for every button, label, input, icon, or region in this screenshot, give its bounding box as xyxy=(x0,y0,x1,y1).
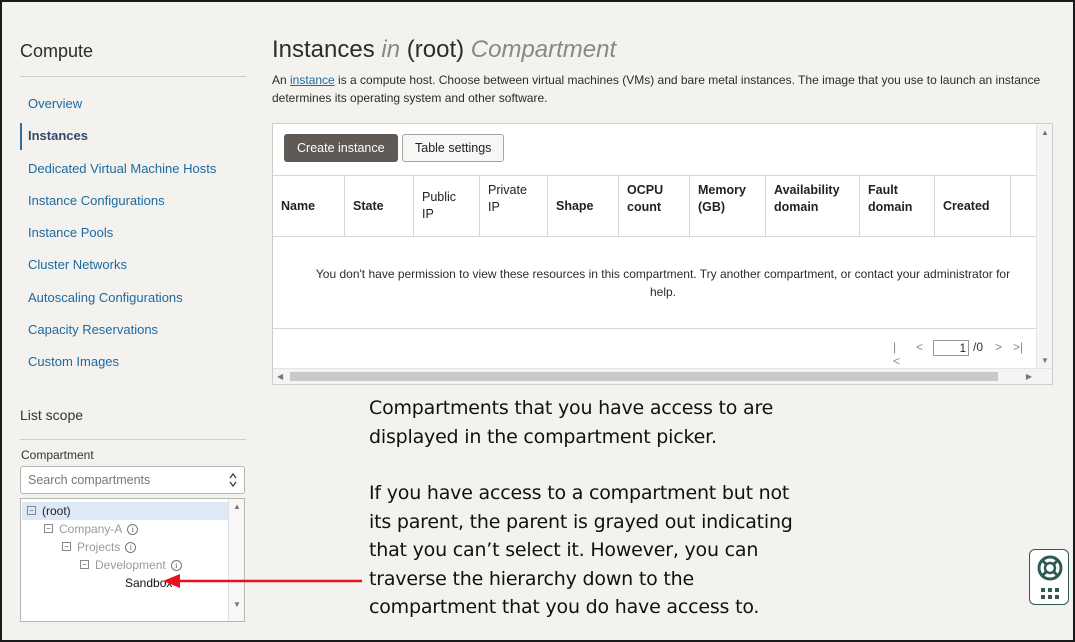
sidebar-nav: Overview Instances Dedicated Virtual Mac… xyxy=(20,88,246,379)
tree-node-label: Company-A xyxy=(59,522,123,536)
page-description: An instance is a compute host. Choose be… xyxy=(272,71,1047,107)
last-page-icon[interactable]: >| xyxy=(1013,340,1023,354)
scroll-up-icon[interactable]: ▲ xyxy=(233,502,241,511)
empty-state-message: You don't have permission to view these … xyxy=(315,267,1011,299)
tree-node-label: (root) xyxy=(42,504,71,518)
sidebar-item-autoscaling[interactable]: Autoscaling Configurations xyxy=(20,282,246,314)
grid-icon xyxy=(1041,588,1059,599)
info-icon[interactable]: i xyxy=(125,542,137,554)
title-part: Instances xyxy=(272,36,375,63)
table-header: Name State Public IP Private IP Shape OC… xyxy=(273,175,1037,237)
desc-text: An xyxy=(272,73,291,87)
divider xyxy=(273,328,1037,329)
annotation-line: If you have access to a compartment but … xyxy=(369,482,790,504)
screenshot-frame: Compute Overview Instances Dedicated Vir… xyxy=(0,0,1075,642)
annotation-line: traverse the hierarchy down to the xyxy=(369,567,694,590)
compartment-picker[interactable] xyxy=(20,466,245,494)
collapse-icon[interactable]: − xyxy=(62,542,71,552)
table-horizontal-scrollbar[interactable]: ◀ ▶ xyxy=(273,368,1052,384)
column-header-ocpu-count[interactable]: OCPU count xyxy=(619,176,690,236)
column-header-state[interactable]: State xyxy=(345,176,414,236)
scroll-up-icon[interactable]: ▲ xyxy=(1041,128,1049,137)
sidebar-item-custom-images[interactable]: Custom Images xyxy=(20,346,246,378)
page-number-input[interactable]: 1 xyxy=(933,340,969,356)
page-total: /0 xyxy=(973,340,984,354)
annotation-line: compartment that you do have access to. xyxy=(369,596,760,618)
sidebar-item-overview[interactable]: Overview xyxy=(20,88,246,120)
instances-table-panel: Create instance Table settings Name Stat… xyxy=(272,123,1053,385)
title-part: (root) xyxy=(406,36,465,63)
sidebar-item-instance-pools[interactable]: Instance Pools xyxy=(20,217,246,249)
scroll-right-icon[interactable]: ▶ xyxy=(1026,372,1032,381)
tree-node-label: Projects xyxy=(77,540,121,554)
red-arrow-icon xyxy=(163,574,362,588)
sidebar-item-capacity-reservations[interactable]: Capacity Reservations xyxy=(20,314,246,346)
column-header-fault-domain[interactable]: Fault domain xyxy=(860,176,935,236)
annotation-paragraph-1: Compartments that you have access to are… xyxy=(369,394,839,451)
annotation-line: its parent, the parent is grayed out ind… xyxy=(369,510,793,533)
table-vertical-scrollbar[interactable]: ▲ ▼ xyxy=(1036,124,1052,369)
instance-link[interactable]: instance xyxy=(290,73,335,87)
lifebuoy-icon xyxy=(1037,555,1063,581)
collapse-icon[interactable]: − xyxy=(44,524,53,534)
desc-text: is a compute host. Choose between virtua… xyxy=(272,73,1041,105)
column-header-shape[interactable]: Shape xyxy=(548,176,619,236)
compartment-label: Compartment xyxy=(21,448,94,462)
column-header-name[interactable]: Name xyxy=(273,176,345,236)
search-compartments-input[interactable] xyxy=(21,467,218,493)
sidebar-item-instance-configurations[interactable]: Instance Configurations xyxy=(20,185,246,217)
collapse-icon[interactable]: − xyxy=(80,560,89,570)
tree-node-label: Development xyxy=(95,558,166,572)
table-settings-button[interactable]: Table settings xyxy=(402,134,505,162)
sidebar-item-instances[interactable]: Instances xyxy=(20,120,246,152)
info-icon[interactable]: i xyxy=(170,560,182,572)
column-header-created[interactable]: Created xyxy=(935,176,1011,236)
prev-page-icon[interactable]: < xyxy=(916,340,923,354)
tree-node-projects: − Projects i xyxy=(62,538,137,556)
column-header-private-ip: Private IP xyxy=(480,176,548,236)
column-header-memory[interactable]: Memory (GB) xyxy=(690,176,766,236)
title-part: in xyxy=(381,36,401,63)
annotation-line: Compartments that you have access to are xyxy=(369,397,774,419)
tree-scrollbar[interactable]: ▲ ▼ xyxy=(228,499,244,621)
next-page-icon[interactable]: > xyxy=(995,340,1002,354)
scroll-down-icon[interactable]: ▼ xyxy=(1041,356,1049,365)
chevron-updown-icon[interactable] xyxy=(228,471,238,489)
annotation-line: displayed in the compartment picker. xyxy=(369,425,717,448)
annotation-line: that you can’t select it. However, you c… xyxy=(369,539,759,561)
list-scope-title: List scope xyxy=(20,407,84,423)
scrollbar-thumb[interactable] xyxy=(290,372,998,381)
compartment-tree: − (root) − Company-A i − Projects i − Developm… xyxy=(20,498,245,622)
info-icon[interactable]: i xyxy=(127,524,139,536)
divider xyxy=(20,76,246,77)
page-title: Instances in (root) Compartment xyxy=(272,36,616,64)
sidebar-title: Compute xyxy=(20,41,94,61)
divider xyxy=(20,439,246,440)
scroll-left-icon[interactable]: ◀ xyxy=(277,372,283,381)
sidebar-item-cluster-networks[interactable]: Cluster Networks xyxy=(20,249,246,281)
scroll-down-icon[interactable]: ▼ xyxy=(233,600,241,609)
create-instance-button[interactable]: Create instance xyxy=(284,134,398,162)
column-header-availability-domain[interactable]: Availability domain xyxy=(766,176,860,236)
first-page-icon[interactable]: |< xyxy=(893,340,900,368)
help-button[interactable] xyxy=(1029,549,1069,605)
collapse-icon[interactable]: − xyxy=(27,506,36,516)
tree-node-company-a: − Company-A i xyxy=(44,520,139,538)
column-header-public-ip: Public IP xyxy=(414,176,480,236)
sidebar-item-dedicated-hosts[interactable]: Dedicated Virtual Machine Hosts xyxy=(20,153,246,185)
annotation-paragraph-2: If you have access to a compartment but … xyxy=(369,479,839,622)
title-part: Compartment xyxy=(470,36,617,63)
tree-node-root[interactable]: − (root) xyxy=(22,502,228,520)
